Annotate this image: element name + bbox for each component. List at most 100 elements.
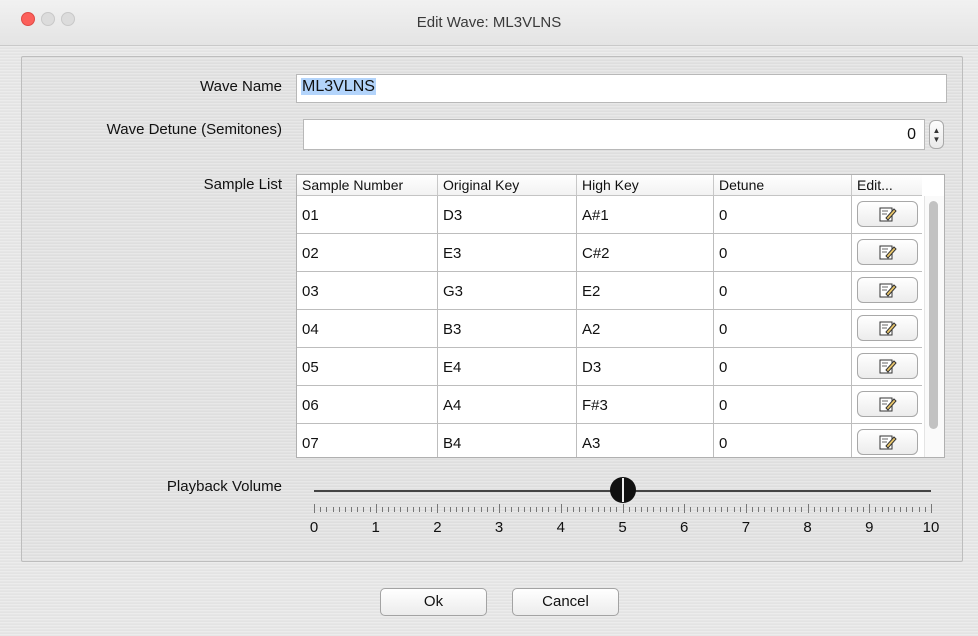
sample-number-cell[interactable]: 05 [297, 348, 438, 385]
detune-cell[interactable]: 0 [714, 196, 852, 233]
edit-sample-button[interactable] [857, 277, 918, 303]
volume-tick [338, 507, 340, 512]
wave-detune-input[interactable]: 0 [303, 119, 925, 150]
edit-sample-button[interactable] [857, 201, 918, 227]
original-key-cell[interactable]: B3 [438, 310, 577, 347]
volume-tick [455, 507, 457, 512]
detune-cell[interactable]: 0 [714, 272, 852, 309]
column-header-sample-number[interactable]: Sample Number [297, 175, 438, 195]
window-title: Edit Wave: ML3VLNS [416, 14, 562, 31]
titlebar: Edit Wave: ML3VLNS [0, 0, 978, 46]
edit-pencil-icon [879, 397, 897, 412]
detune-cell[interactable]: 0 [714, 348, 852, 385]
column-header-edit[interactable]: Edit... [852, 175, 922, 195]
volume-tick [585, 507, 587, 512]
volume-tick [745, 504, 747, 513]
sample-number-cell[interactable]: 04 [297, 310, 438, 347]
volume-tick [801, 507, 803, 512]
volume-tick [684, 504, 686, 513]
table-row[interactable]: 07 B4 A3 0 [297, 424, 922, 457]
high-key-cell[interactable]: D3 [577, 348, 714, 385]
edit-cell [852, 196, 922, 233]
column-header-detune[interactable]: Detune [714, 175, 852, 195]
high-key-cell[interactable]: A2 [577, 310, 714, 347]
sample-number-cell[interactable]: 03 [297, 272, 438, 309]
volume-tick-label: 2 [433, 519, 442, 536]
volume-tick [758, 507, 760, 512]
high-key-cell[interactable]: E2 [577, 272, 714, 309]
sample-list-label: Sample List [203, 176, 282, 193]
edit-sample-button[interactable] [857, 391, 918, 417]
original-key-cell[interactable]: B4 [438, 424, 577, 457]
detune-cell[interactable]: 0 [714, 386, 852, 423]
volume-tick [881, 507, 883, 512]
original-key-cell[interactable]: G3 [438, 272, 577, 309]
edit-pencil-icon [879, 283, 897, 298]
volume-tick [671, 507, 673, 512]
original-key-cell[interactable]: D3 [438, 196, 577, 233]
volume-tick [603, 507, 605, 512]
sample-number-cell[interactable]: 07 [297, 424, 438, 457]
volume-tick [634, 507, 636, 512]
volume-tick [912, 507, 914, 512]
table-body: 01 D3 A#1 0 02 E3 C#2 0 03 G3 E2 0 04 B3… [297, 196, 922, 457]
sample-number-cell[interactable]: 06 [297, 386, 438, 423]
edit-sample-button[interactable] [857, 429, 918, 455]
volume-tick [653, 507, 655, 512]
volume-tick [690, 507, 692, 512]
volume-tick-label: 3 [494, 519, 504, 536]
table-row[interactable]: 06 A4 F#3 0 [297, 386, 922, 424]
volume-tick [900, 507, 902, 512]
sample-number-cell[interactable]: 01 [297, 196, 438, 233]
table-scroll-thumb[interactable] [929, 201, 938, 429]
volume-tick [696, 507, 698, 512]
stepper-arrows-icon[interactable]: ▲ ▼ [929, 120, 944, 149]
high-key-cell[interactable]: A#1 [577, 196, 714, 233]
volume-tick [702, 507, 704, 512]
table-row[interactable]: 02 E3 C#2 0 [297, 234, 922, 272]
edit-sample-button[interactable] [857, 315, 918, 341]
wave-name-input[interactable]: ML3VLNS [296, 74, 947, 103]
playback-volume-thumb[interactable] [609, 476, 637, 504]
high-key-cell[interactable]: A3 [577, 424, 714, 457]
detune-cell[interactable]: 0 [714, 234, 852, 271]
table-row[interactable]: 04 B3 A2 0 [297, 310, 922, 348]
edit-sample-button[interactable] [857, 239, 918, 265]
edit-wave-window: Edit Wave: ML3VLNS Wave Name ML3VLNS Wav… [0, 0, 978, 636]
volume-tick [665, 507, 667, 512]
volume-tick [795, 507, 797, 512]
ok-button[interactable]: Ok [380, 588, 487, 616]
sample-number-cell[interactable]: 02 [297, 234, 438, 271]
stepper-up-icon[interactable]: ▲ [933, 126, 941, 135]
volume-tick [548, 507, 550, 512]
volume-tick [622, 504, 624, 513]
volume-tick [807, 504, 809, 513]
original-key-cell[interactable]: E3 [438, 234, 577, 271]
stepper-down-icon[interactable]: ▼ [933, 135, 941, 144]
edit-cell [852, 310, 922, 347]
volume-tick [437, 504, 439, 513]
volume-tick [412, 507, 414, 512]
original-key-cell[interactable]: A4 [438, 386, 577, 423]
volume-tick [474, 507, 476, 512]
table-row[interactable]: 01 D3 A#1 0 [297, 196, 922, 234]
volume-tick [406, 507, 408, 512]
column-header-original-key[interactable]: Original Key [438, 175, 577, 195]
volume-tick [850, 507, 852, 512]
cancel-button[interactable]: Cancel [512, 588, 619, 616]
volume-tick [357, 507, 359, 512]
high-key-cell[interactable]: F#3 [577, 386, 714, 423]
edit-sample-button[interactable] [857, 353, 918, 379]
volume-tick-label: 7 [741, 519, 751, 536]
volume-tick [425, 507, 427, 512]
volume-tick [449, 507, 451, 512]
volume-tick [838, 507, 840, 512]
column-header-high-key[interactable]: High Key [577, 175, 714, 195]
table-row[interactable]: 03 G3 E2 0 [297, 272, 922, 310]
original-key-cell[interactable]: E4 [438, 348, 577, 385]
detune-cell[interactable]: 0 [714, 310, 852, 347]
detune-cell[interactable]: 0 [714, 424, 852, 457]
high-key-cell[interactable]: C#2 [577, 234, 714, 271]
table-row[interactable]: 05 E4 D3 0 [297, 348, 922, 386]
edit-cell [852, 386, 922, 423]
